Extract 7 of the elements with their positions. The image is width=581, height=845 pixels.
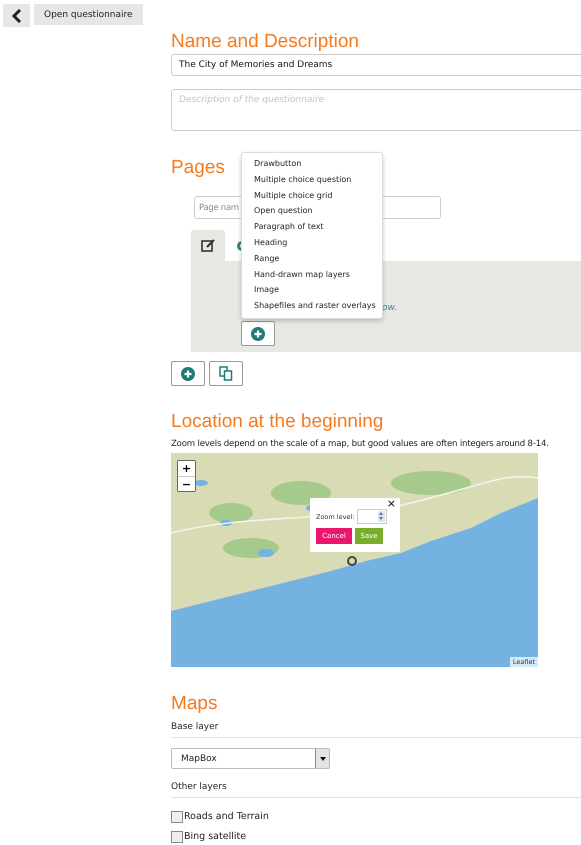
section-heading: Pages [171, 156, 225, 180]
section-heading: Name and Description [171, 30, 359, 54]
zoom-hint-text: Zoom levels depend on the scale of a map, but good values are often integers around 8-14. [171, 438, 550, 451]
base-layer-label: Base layer [171, 721, 220, 734]
section-heading: Maps [171, 692, 218, 716]
section-heading: Location at the beginning [171, 410, 384, 434]
other-layers-label: Other layers [171, 781, 228, 794]
